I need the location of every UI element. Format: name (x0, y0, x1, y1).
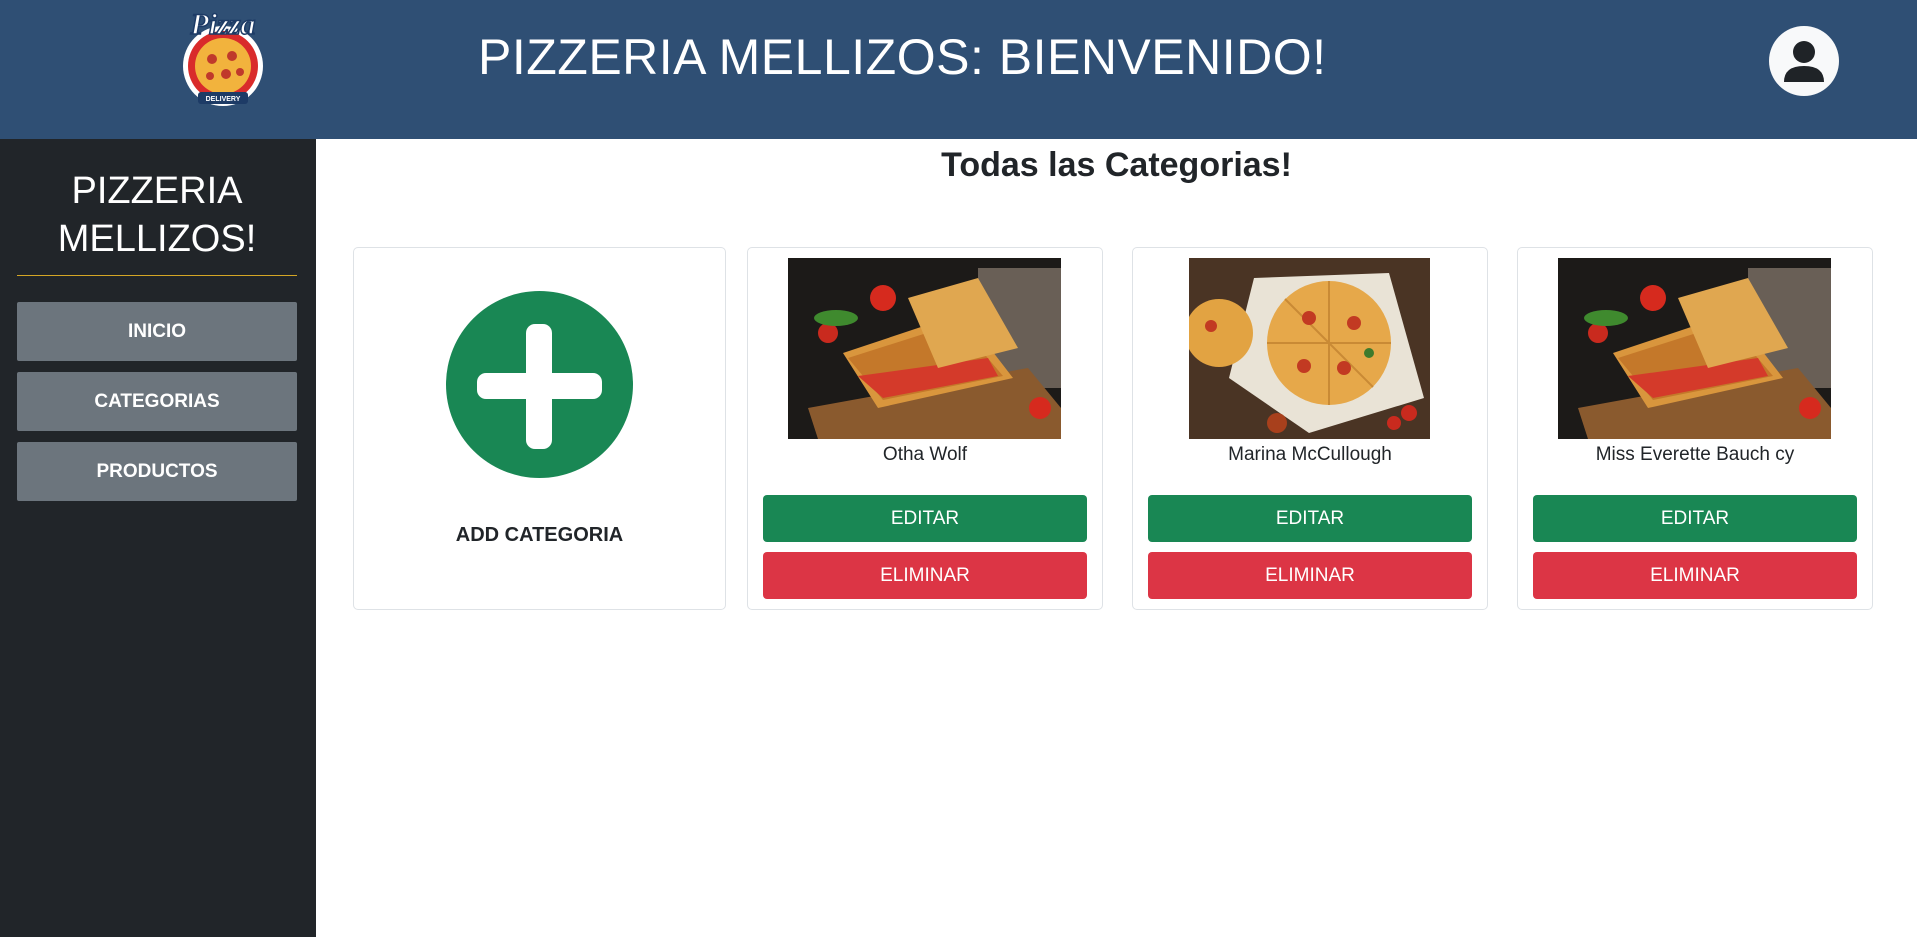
svg-text:DELIVERY: DELIVERY (206, 96, 241, 103)
sidebar-brand-line2: MELLIZOS! (57, 218, 257, 260)
sidebar-brand: PIZZERIA MELLIZOS! (17, 167, 297, 263)
category-card: Miss Everette Bauch cy EDITAR ELIMINAR (1517, 247, 1873, 610)
delete-button[interactable]: ELIMINAR (763, 552, 1087, 599)
user-icon (1784, 41, 1824, 82)
edit-button[interactable]: EDITAR (763, 495, 1087, 542)
user-avatar[interactable] (1769, 26, 1839, 96)
edit-button[interactable]: EDITAR (1533, 495, 1857, 542)
edit-button[interactable]: EDITAR (1148, 495, 1472, 542)
sidebar: PIZZERIA MELLIZOS! INICIO CATEGORIAS PRO… (0, 139, 316, 937)
category-name: Marina McCullough (1228, 444, 1392, 465)
top-header: DELIVERY Pizza PIZZERIA MELLIZOS: BIENVE… (0, 0, 1917, 139)
svg-text:Pizza: Pizza (189, 8, 255, 41)
category-name: Miss Everette Bauch cy (1595, 444, 1795, 465)
sidebar-divider (17, 275, 297, 276)
category-card: Marina McCullough EDITAR ELIMINAR (1132, 247, 1488, 610)
plus-icon[interactable] (446, 291, 633, 478)
category-name: Otha Wolf (882, 444, 968, 465)
sidebar-item-inicio[interactable]: INICIO (17, 302, 297, 361)
delete-button[interactable]: ELIMINAR (1533, 552, 1857, 599)
sandwich-photo (788, 258, 1061, 439)
sandwich-photo (1558, 258, 1831, 439)
add-category-label[interactable]: ADD CATEGORIA (354, 524, 725, 547)
pizza-photo (1189, 258, 1430, 439)
delete-button[interactable]: ELIMINAR (1148, 552, 1472, 599)
sidebar-item-productos[interactable]: PRODUCTOS (17, 442, 297, 501)
category-card: Otha Wolf EDITAR ELIMINAR (747, 247, 1103, 610)
header-title: PIZZERIA MELLIZOS: BIENVENIDO! (478, 29, 1327, 85)
sidebar-brand-line1: PIZZERIA (71, 170, 243, 212)
sidebar-item-categorias[interactable]: CATEGORIAS (17, 372, 297, 431)
pizza-logo[interactable]: DELIVERY Pizza (168, 4, 278, 112)
add-category-card[interactable]: ADD CATEGORIA (353, 247, 726, 610)
page-title: Todas las Categorias! (941, 146, 1292, 184)
